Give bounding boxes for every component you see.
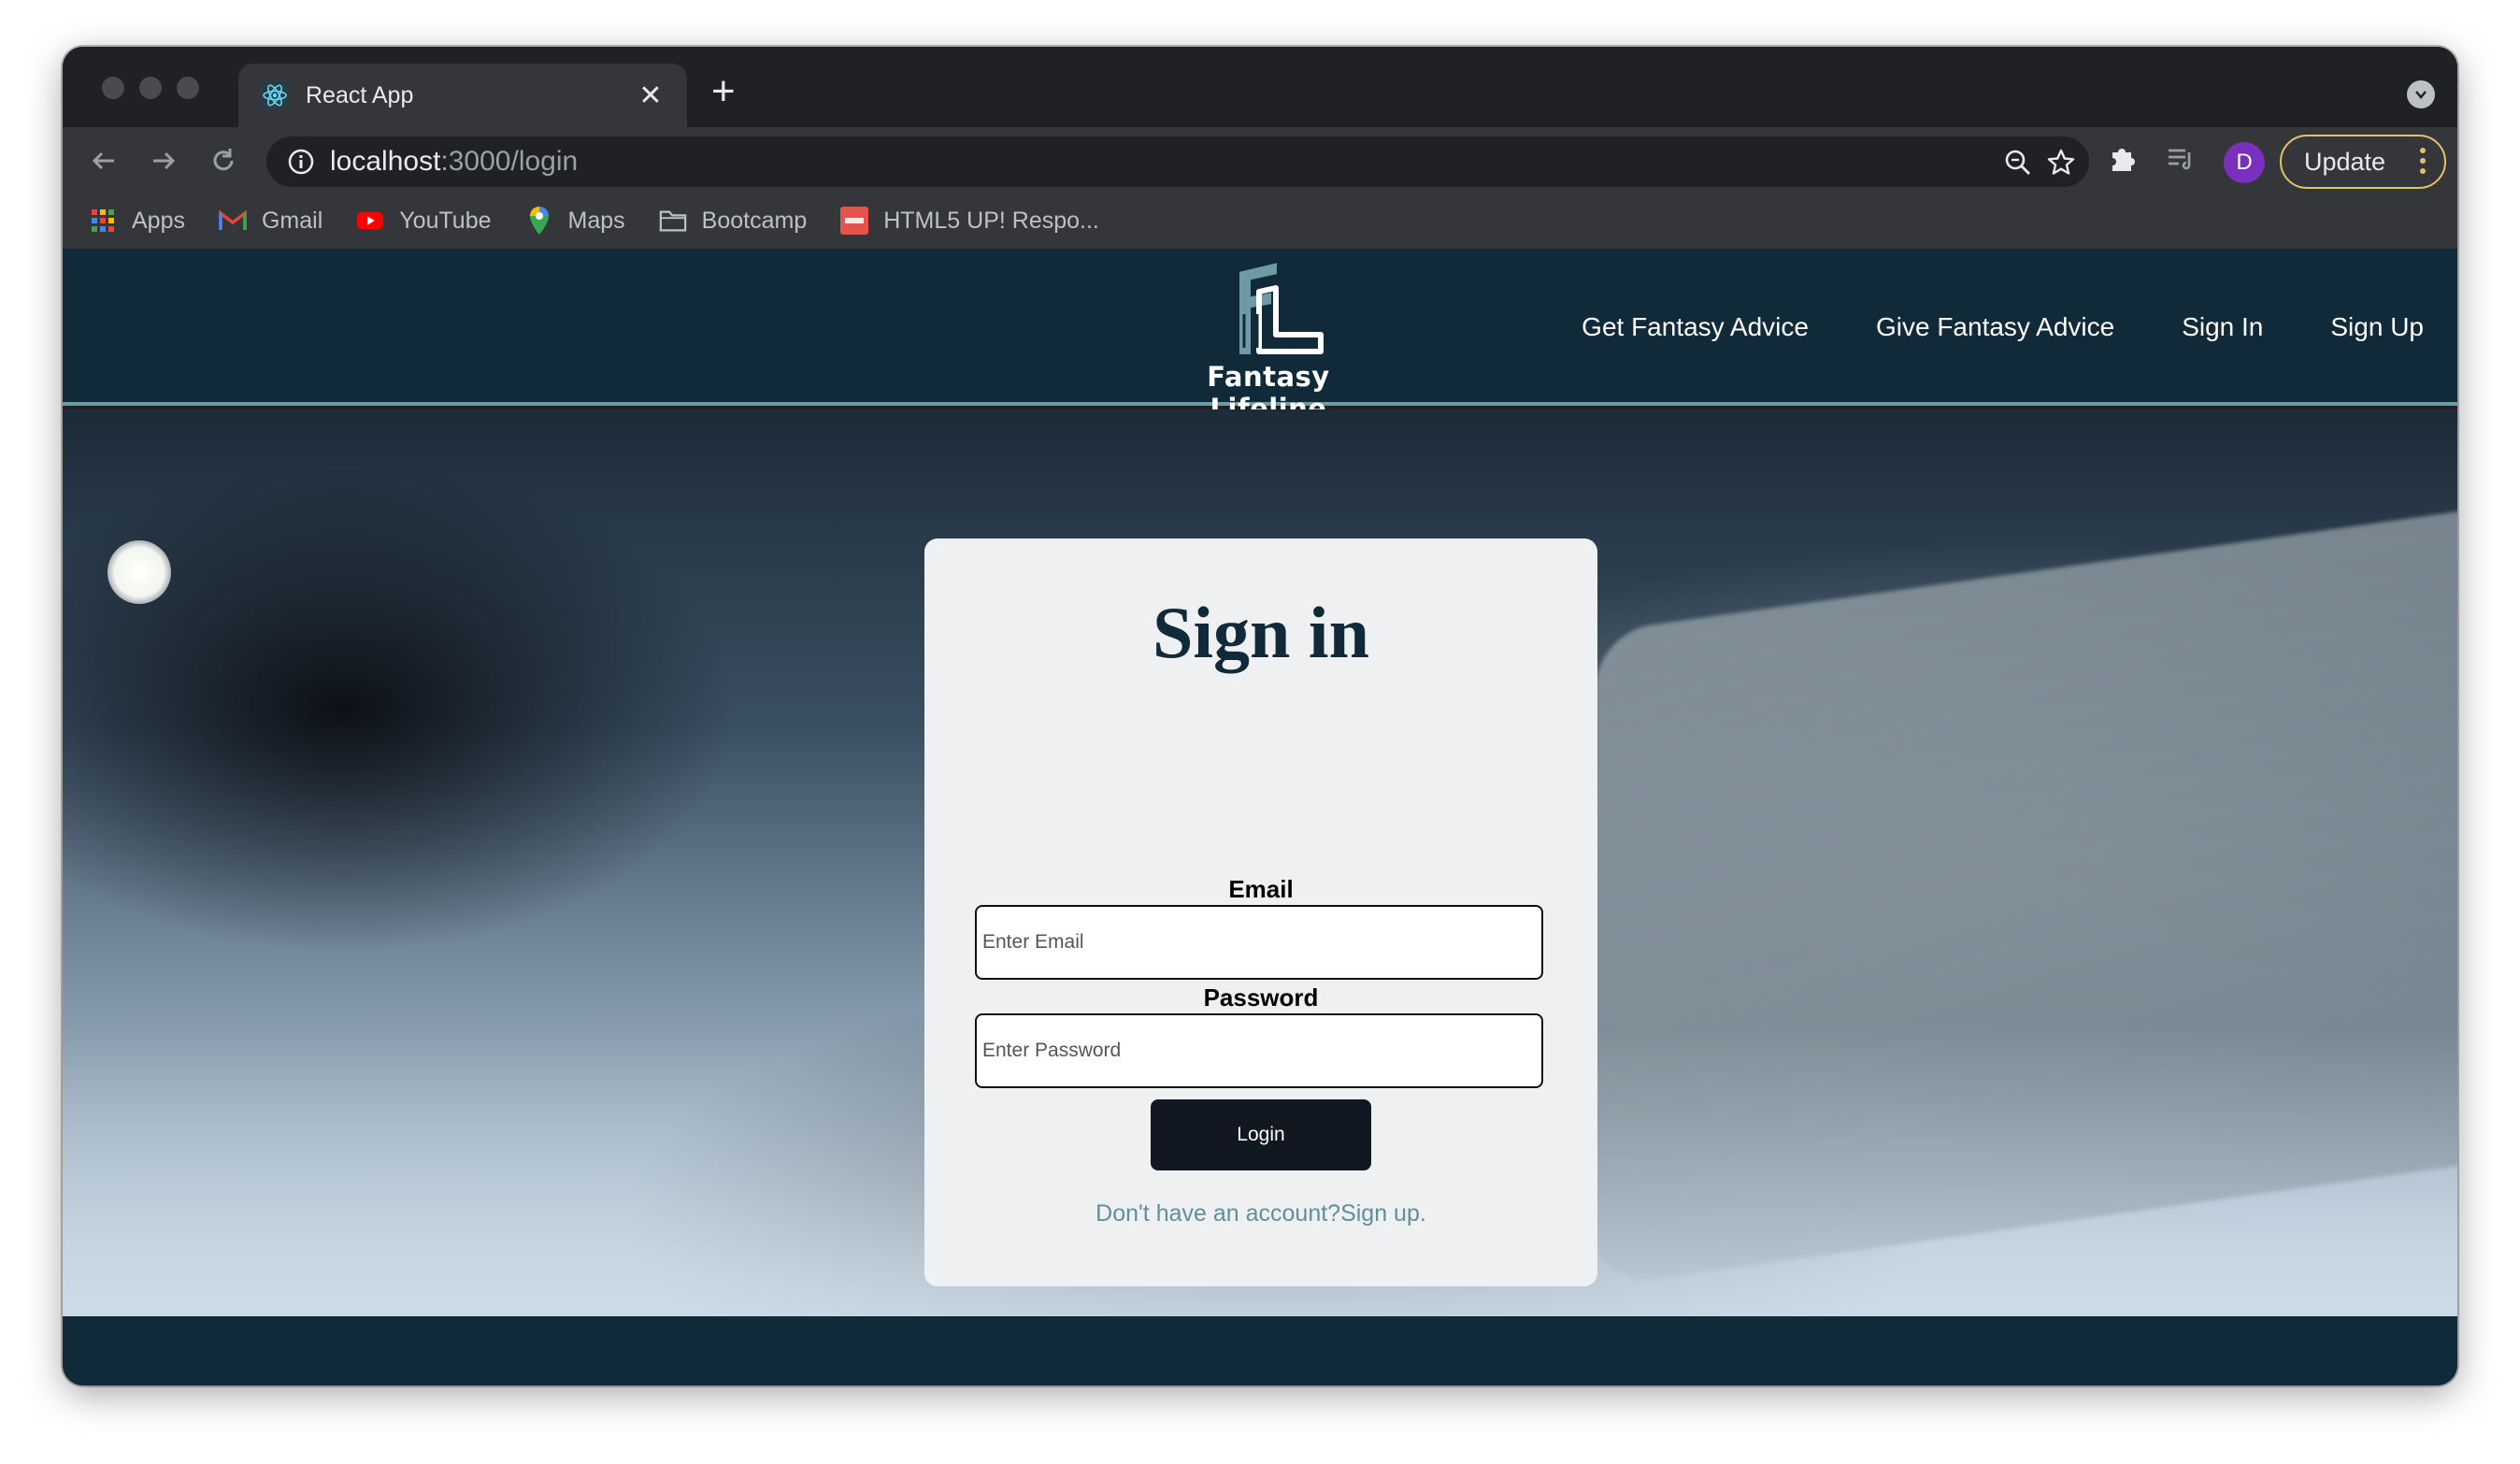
rink-light (107, 540, 171, 604)
url-path: :3000/login (440, 146, 579, 177)
maximize-window-button[interactable] (177, 77, 199, 99)
email-field[interactable] (975, 905, 1543, 980)
tab-search-icon[interactable] (2407, 80, 2435, 108)
reading-list-icon[interactable] (2162, 140, 2199, 178)
bookmark-label: Gmail (261, 207, 323, 234)
tab-strip: React App ✕ + (63, 47, 2457, 127)
email-label: Email (1228, 875, 1294, 903)
profile-avatar[interactable]: D (2224, 142, 2265, 183)
forward-arrow-icon[interactable] (143, 140, 184, 181)
sign-up-link[interactable]: Sign up. (1340, 1200, 1426, 1227)
bookmark-label: Apps (132, 207, 185, 234)
fantasy-lifeline-logo-icon (1238, 260, 1324, 356)
bookmark-label: Maps (567, 207, 625, 234)
apps-grid-icon (89, 207, 117, 235)
close-window-button[interactable] (102, 77, 124, 99)
browser-toolbar: localhost:3000/login D Update (63, 127, 2457, 193)
react-icon (259, 79, 291, 111)
folder-icon (659, 207, 687, 235)
address-bar[interactable]: localhost:3000/login (266, 136, 2089, 187)
bookmark-maps[interactable]: Maps (525, 207, 625, 235)
minimize-window-button[interactable] (139, 77, 162, 99)
nav-sign-up[interactable]: Sign Up (2330, 312, 2424, 342)
nav-links: Get Fantasy Advice Give Fantasy Advice S… (1514, 249, 2424, 406)
bookmarks-bar: Apps Gmail YouTube Maps Bootcamp HTML5 U… (63, 193, 2457, 249)
bookmark-youtube[interactable]: YouTube (356, 207, 492, 235)
sign-in-heading: Sign in (1153, 592, 1369, 673)
nav-sign-in[interactable]: Sign In (2182, 312, 2263, 342)
more-menu-icon[interactable] (2420, 148, 2426, 179)
nav-give-fantasy-advice[interactable]: Give Fantasy Advice (1876, 312, 2114, 342)
maps-pin-icon (525, 207, 553, 235)
bookmark-label: YouTube (399, 207, 492, 234)
url-host: localhost (330, 146, 441, 177)
reload-icon[interactable] (203, 140, 244, 181)
bookmark-apps[interactable]: Apps (89, 207, 185, 235)
bookmark-star-icon[interactable] (2044, 146, 2078, 179)
html5up-icon (840, 207, 869, 235)
gmail-icon (219, 207, 247, 235)
web-page: Fantasy Lifeline Get Fantasy Advice Give… (63, 249, 2457, 1385)
tab-close-icon[interactable]: ✕ (635, 79, 666, 112)
extensions-puzzle-icon[interactable] (2104, 140, 2141, 178)
back-arrow-icon[interactable] (83, 140, 124, 181)
sign-in-card: Sign in Email Password Login Don't have … (924, 538, 1597, 1286)
site-footer (63, 1316, 2457, 1385)
zoom-icon[interactable] (2001, 146, 2035, 179)
update-button[interactable]: Update (2280, 135, 2446, 189)
site-info-icon[interactable] (287, 148, 315, 176)
bookmark-label: Bootcamp (701, 207, 808, 234)
bookmark-label: HTML5 UP! Respo... (883, 207, 1099, 234)
login-button[interactable]: Login (1151, 1099, 1371, 1170)
password-field[interactable] (975, 1013, 1543, 1088)
update-label: Update (2304, 147, 2386, 176)
browser-window: React App ✕ + localhost:3000/login D Up… (63, 47, 2457, 1385)
bookmark-gmail[interactable]: Gmail (219, 207, 322, 235)
tab-title: React App (306, 81, 414, 108)
password-label: Password (1203, 983, 1319, 1012)
browser-tab[interactable]: React App ✕ (238, 64, 687, 127)
site-logo[interactable]: Fantasy Lifeline (1147, 254, 1390, 424)
signup-prompt: Don't have an account?Sign up. (924, 1200, 1597, 1227)
nav-get-fantasy-advice[interactable]: Get Fantasy Advice (1582, 312, 1809, 342)
bookmark-html5up[interactable]: HTML5 UP! Respo... (840, 207, 1099, 235)
new-tab-icon[interactable]: + (711, 71, 736, 112)
youtube-icon (356, 207, 384, 235)
no-account-text: Don't have an account? (1095, 1200, 1341, 1227)
site-navbar: Fantasy Lifeline Get Fantasy Advice Give… (63, 249, 2457, 424)
bookmark-bootcamp[interactable]: Bootcamp (659, 207, 808, 235)
